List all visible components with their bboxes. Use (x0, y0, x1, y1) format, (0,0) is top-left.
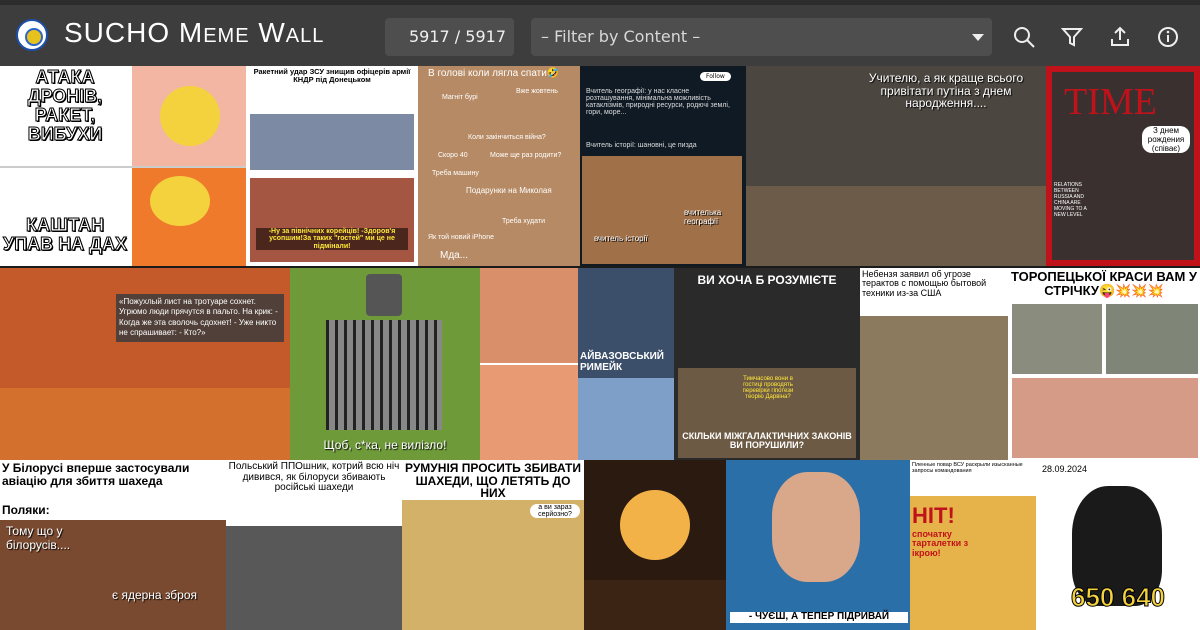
meme-tile-chestnut[interactable]: АТАКА ДРОНІВ, РАКЕТ, ВИБУХИ КАШТАН УПАВ … (0, 66, 246, 266)
meme-tile-grave[interactable]: Щоб, с*ка, не вилізло! (290, 268, 480, 460)
meme-line: Може ще раз родити? (490, 152, 562, 159)
meme-caption: Польський ППОшник, котрий всю ніч дививс… (228, 461, 400, 493)
meme-tile-time-cover[interactable]: TIME З днем рождения (співає) RELATIONS … (1046, 66, 1200, 266)
meme-date: 28.09.2024 (1042, 464, 1088, 474)
meme-tile-polish-ppo[interactable]: Польський ППОшник, котрий всю ніч дививс… (226, 460, 402, 630)
speech-bubble: а ви зараз серйозно? (530, 504, 580, 518)
filter-placeholder: – Filter by Content – (541, 27, 701, 46)
meme-post: Вчитель географії: у нас класне розташув… (586, 88, 730, 116)
meme-tile-men-in-black[interactable]: ВИ ХОЧА Б РОЗУМІЄТЕ Тимчасово вони в гос… (674, 268, 860, 460)
meme-label-left: Тому що у білорусів.... (6, 524, 71, 552)
meme-label-right: вчителька географії (684, 208, 722, 226)
meme-line: Треба худати (502, 218, 545, 225)
filter-icon[interactable] (1058, 23, 1086, 51)
share-icon[interactable] (1106, 23, 1134, 51)
meme-caption-top: ВИ ХОЧА Б РОЗУМІЄТЕ (697, 273, 837, 287)
speech-bubble: З днем рождения (співає) (1142, 126, 1190, 153)
meme-caption: РУМУНІЯ ПРОСИТЬ ЗБИВАТИ ШАХЕДИ, ЩО ЛЕТЯТ… (405, 461, 581, 501)
meme-line: Коли закінчиться війна? (468, 134, 546, 141)
top-bar: SUCHO Meme Wall 5917 / 5917 – Filter by … (0, 0, 1200, 66)
meme-counter[interactable]: 5917 / 5917 (385, 18, 514, 56)
meme-tile-explosion[interactable] (584, 460, 726, 630)
meme-caption-mid: Тимчасово вони в гостиці проводять перев… (742, 376, 794, 400)
meme-label-left: вчитель історії (594, 234, 648, 243)
meme-quote: «Пожухлый лист на тротуаре сохнет. Угрюм… (116, 294, 284, 342)
follow-button: Follow (700, 72, 731, 81)
meme-caption-bottom: КАШТАН УПАВ НА ДАХ (3, 215, 128, 254)
meme-tile-aivazovsky[interactable]: АЙВАЗОВСЬКИЙ РИМЕЙК (578, 268, 674, 460)
search-icon[interactable] (1010, 23, 1038, 51)
page-title: SUCHO Meme Wall (64, 17, 325, 48)
meme-caption: Учителю, а як краще всього привітати пут… (868, 71, 1024, 111)
poster-text: спочатку тарталетки з ікрою! (912, 529, 969, 558)
content-filter-select[interactable]: – Filter by Content – (531, 18, 992, 56)
meme-tile-romania[interactable]: РУМУНІЯ ПРОСИТЬ ЗБИВАТИ ШАХЕДИ, ЩО ЛЕТЯТ… (402, 460, 584, 630)
meme-tile-teachers[interactable]: Follow Вчитель географії: у нас класне р… (580, 66, 746, 266)
meme-label-right: є ядерна зброя (112, 588, 198, 602)
meme-caption-top: У Білорусі вперше застосували авіацію дл… (2, 461, 190, 488)
meme-tile-autumn-leaf[interactable]: «Пожухлый лист на тротуаре сохнет. Угрюм… (0, 268, 290, 460)
meme-tile-cook[interactable]: Пленные повар ВСУ раскрыли изысканные за… (910, 460, 1036, 630)
meme-post: Вчитель історії: шановні, це пизда (586, 142, 697, 149)
meme-tile-belarus-aviation[interactable]: У Білорусі вперше застосували авіацію дл… (0, 460, 226, 630)
meme-tile-toropets[interactable]: ТОРОПЕЦЬКОЇ КРАСИ ВАМ У СТРІЧКУ😜💥💥💥 (1008, 268, 1200, 460)
meme-caption: Небензя заявил об угрозе терактов с помо… (862, 269, 987, 298)
chevron-down-icon (972, 34, 984, 41)
meme-line: Скоро 40 (438, 152, 468, 159)
meme-label: Поляки: (2, 503, 50, 517)
meme-caption: -Ну за північних корейців! -Здоров'я усо… (256, 228, 408, 251)
meme-tile-leon[interactable]: Учителю, а як краще всього привітати пут… (746, 66, 1046, 266)
meme-tile-thoughts[interactable]: В голові коли лягла спати🤣 Магніт бурі В… (418, 66, 580, 266)
info-icon[interactable] (1154, 23, 1182, 51)
meme-line: Мда... (440, 250, 469, 261)
poster-headline: НІТ! (912, 503, 955, 528)
meme-tile-budanov[interactable]: - ЧУЄШ, А ТЕПЕР ПІДРИВАЙ (726, 460, 910, 630)
meme-tile-donkey[interactable]: Небензя заявил об угрозе терактов с помо… (860, 268, 1008, 460)
sucho-logo (16, 19, 48, 51)
meme-caption: Щоб, с*ка, не вилізло! (323, 438, 447, 452)
meme-number: 650 640 (1071, 582, 1166, 612)
meme-line: Треба машину (432, 170, 479, 177)
meme-caption: АЙВАЗОВСЬКИЙ РИМЕЙК (580, 351, 664, 373)
meme-caption: - ЧУЄШ, А ТЕПЕР ПІДРИВАЙ (730, 611, 908, 623)
cover-text: RELATIONS BETWEEN RUSSIA AND CHINA ARE M… (1054, 182, 1087, 218)
meme-title: В голові коли лягла спати🤣 (428, 68, 560, 79)
meme-caption-bottom: СКІЛЬКИ МІЖГАЛАКТИЧНИХ ЗАКОНІВ ВИ ПОРУШИ… (682, 431, 852, 451)
meme-line: Магніт бурі (442, 94, 478, 101)
meme-line: Подарунки на Миколая (466, 186, 552, 195)
meme-tile-trash-bag[interactable]: 28.09.2024 650 640 (1036, 460, 1200, 630)
meme-caption-top: АТАКА ДРОНІВ, РАКЕТ, ВИБУХИ (27, 67, 103, 144)
meme-tile-spiderman-glasses[interactable] (480, 268, 578, 460)
meme-caption: Пленные повар ВСУ раскрыли изысканные за… (912, 462, 1023, 474)
magazine-title: TIME (1064, 81, 1157, 123)
meme-tile-dprk[interactable]: Ракетний удар ЗСУ знищив офіцерів армії … (246, 66, 418, 266)
meme-headline: Ракетний удар ЗСУ знищив офіцерів армії … (253, 67, 411, 84)
meme-line: Як той новий iPhone (428, 234, 494, 241)
meme-caption: ТОРОПЕЦЬКОЇ КРАСИ ВАМ У СТРІЧКУ😜💥💥💥 (1011, 269, 1197, 298)
meme-line: Вже жовтень (516, 88, 558, 95)
